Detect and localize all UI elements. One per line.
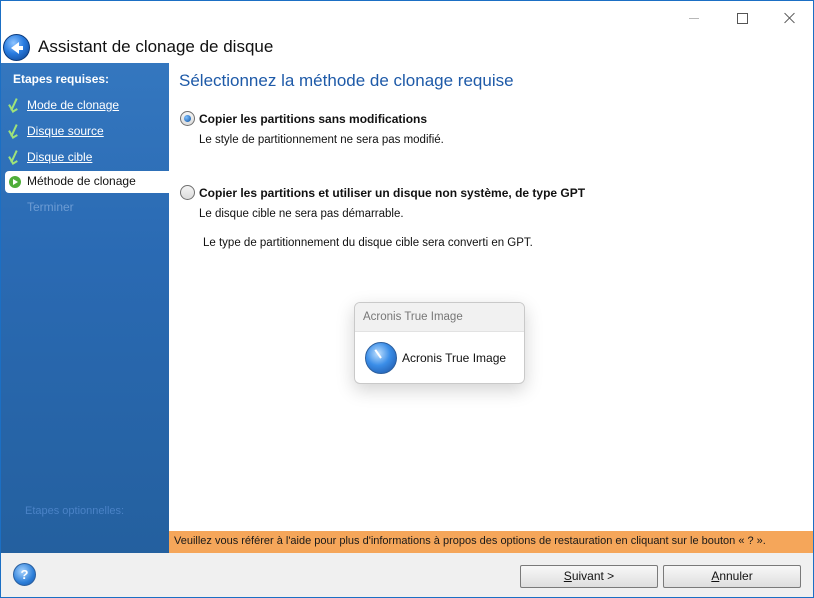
page-title: Sélectionnez la méthode de clonage requi…	[179, 71, 514, 90]
sidebar-step-methode-de-clonage[interactable]: Méthode de clonage	[5, 171, 169, 193]
sidebar-step-disque-source[interactable]: Disque source	[5, 121, 169, 143]
app-notification-popup[interactable]: Acronis True Image Acronis True Image	[354, 302, 525, 384]
close-icon	[784, 12, 796, 24]
sidebar-step-terminer: Terminer	[5, 197, 169, 219]
maximize-icon	[736, 12, 748, 24]
current-step-arrow-icon	[9, 176, 21, 188]
popup-header: Acronis True Image	[355, 303, 524, 332]
wizard-title: Assistant de clonage de disque	[38, 37, 274, 56]
back-button[interactable]	[3, 34, 30, 61]
next-button[interactable]: Suivant >	[520, 565, 658, 588]
info-text: Veuillez vous référer à l'aide pour plus…	[174, 535, 766, 547]
step-label: Disque cible	[27, 150, 93, 164]
sidebar-step-disque-cible[interactable]: Disque cible	[5, 147, 169, 169]
step-label: Disque source	[27, 124, 104, 138]
minimize-icon	[689, 17, 699, 19]
minimize-button[interactable]	[671, 1, 717, 35]
main-panel: Sélectionnez la méthode de clonage requi…	[169, 63, 813, 531]
next-label: uivant >	[571, 569, 615, 583]
sidebar-step-mode-de-clonage[interactable]: Mode de clonage	[5, 95, 169, 117]
optional-steps-heading: Etapes optionnelles:	[25, 505, 125, 517]
step-label: Mode de clonage	[27, 98, 120, 112]
option-copy-gpt-radio[interactable]	[180, 185, 195, 200]
help-button[interactable]: ?	[13, 563, 36, 586]
popup-app-name: Acronis True Image	[402, 351, 507, 365]
checkmark-icon	[9, 150, 21, 164]
wizard-header: Assistant de clonage de disque	[1, 34, 813, 63]
cancel-label: nnuler	[719, 569, 753, 583]
help-info-bar: Veuillez vous référer à l'aide pour plus…	[169, 531, 813, 553]
sidebar-heading: Etapes requises:	[13, 72, 110, 86]
option-copy-unchanged-radio[interactable]	[180, 111, 195, 126]
option-copy-gpt-note: Le type de partitionnement du disque cib…	[203, 237, 533, 249]
wizard-footer: ? Suivant > Annuler	[1, 553, 813, 597]
wizard-window: Assistant de clonage de disque Etapes re…	[0, 0, 814, 598]
acronis-app-icon	[365, 342, 397, 374]
option-copy-unchanged-label[interactable]: Copier les partitions sans modifications	[199, 112, 427, 126]
option-copy-gpt-label[interactable]: Copier les partitions et utiliser un dis…	[199, 186, 585, 200]
step-label: Méthode de clonage	[27, 174, 136, 188]
next-accesskey: S	[563, 569, 572, 583]
step-label: Terminer	[27, 200, 74, 214]
title-bar	[1, 1, 813, 35]
back-arrow-icon	[10, 41, 23, 54]
popup-header-text: Acronis True Image	[363, 311, 463, 323]
checkmark-icon	[9, 124, 21, 138]
cancel-button[interactable]: Annuler	[663, 565, 801, 588]
close-button[interactable]	[767, 1, 813, 35]
steps-sidebar: Etapes requises: Mode de clonage Disque …	[1, 63, 169, 553]
option-copy-unchanged-description: Le style de partitionnement ne sera pas …	[199, 134, 444, 146]
option-copy-gpt-description: Le disque cible ne sera pas démarrable.	[199, 208, 404, 220]
checkmark-icon	[9, 98, 21, 112]
maximize-button[interactable]	[719, 1, 765, 35]
